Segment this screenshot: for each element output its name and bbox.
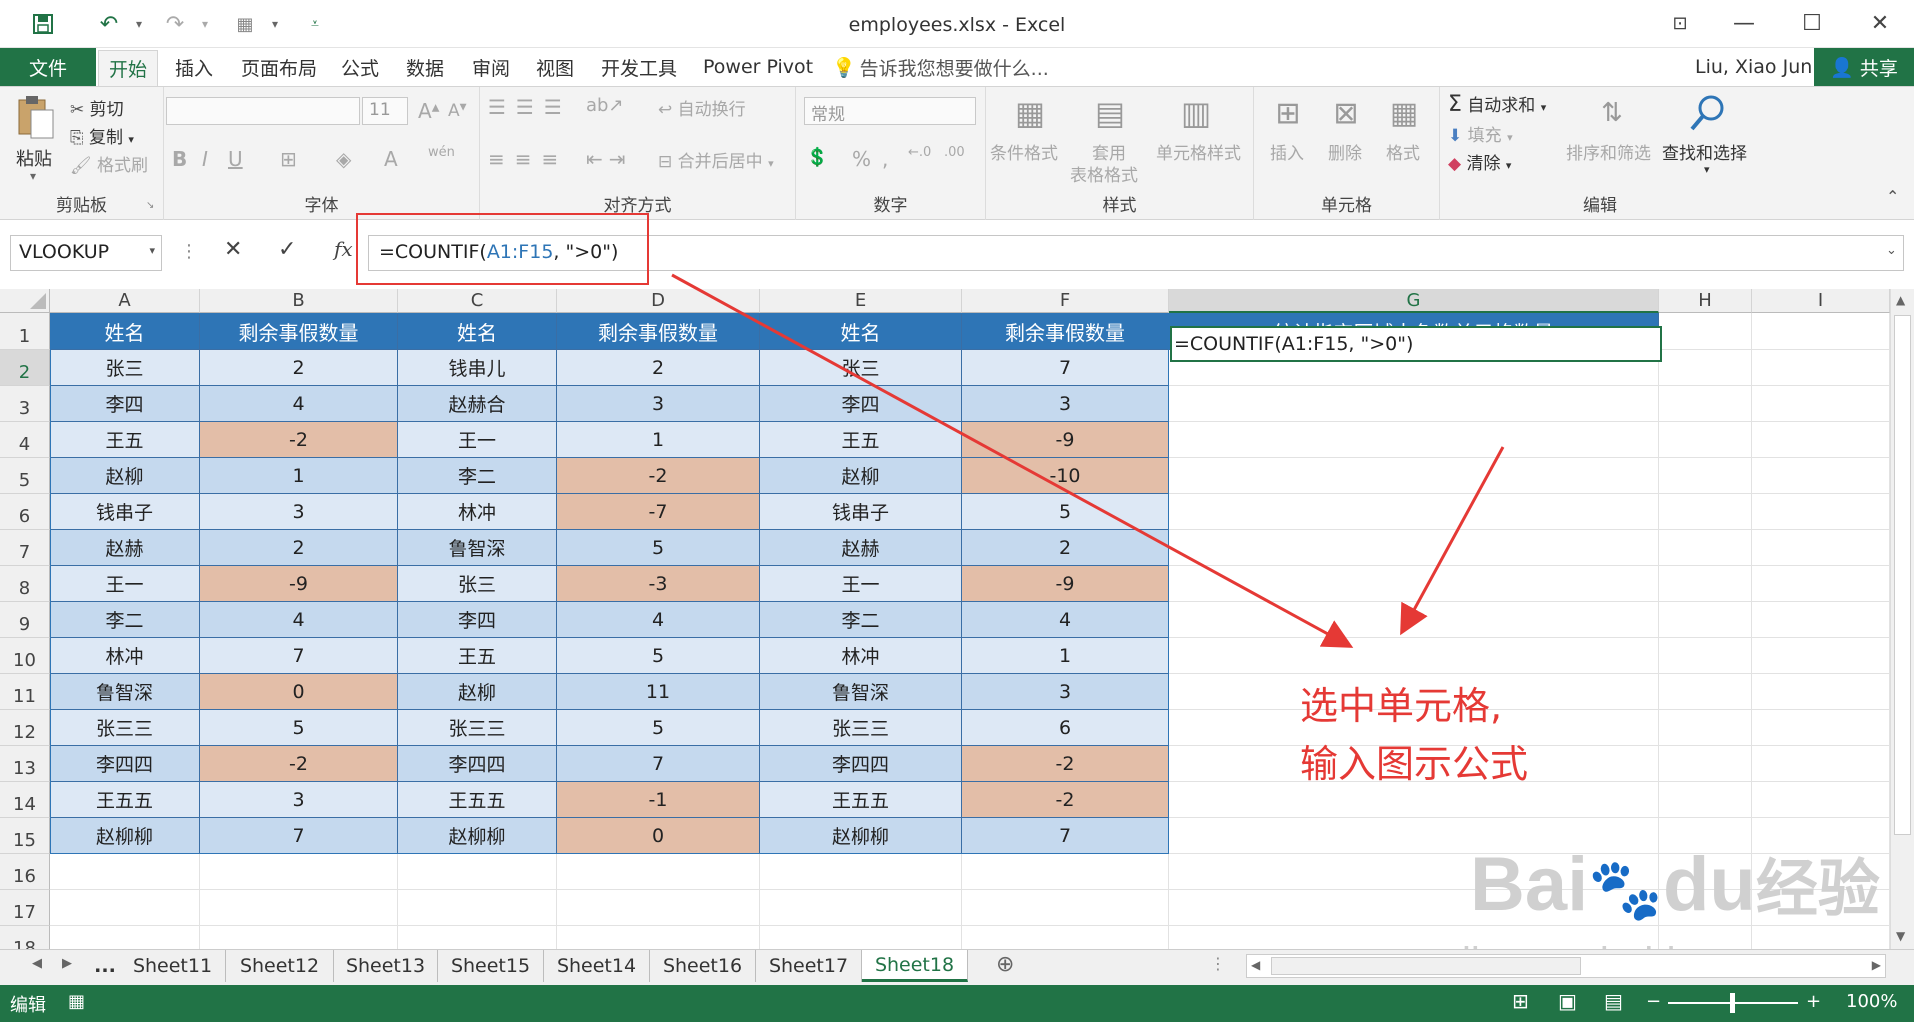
arrow-to-cell: [1400, 446, 1505, 636]
annotation-line1: 选中单元格,: [1300, 684, 1503, 728]
hscroll-left-icon[interactable]: ◀: [1251, 958, 1260, 972]
hscroll-right-icon[interactable]: ▶: [1872, 958, 1881, 972]
status-bar: 编辑 ▦ ⊞ ▣ ▤ − + 100%: [0, 985, 1914, 1022]
sheet-tab-sheet18[interactable]: Sheet18: [862, 950, 968, 982]
tab-splitter-icon[interactable]: ⋮: [1210, 954, 1226, 973]
page-layout-view-icon[interactable]: ▣: [1558, 989, 1577, 1013]
normal-view-icon[interactable]: ⊞: [1512, 989, 1529, 1013]
watermark-paw-icon: 🐾: [1588, 856, 1663, 923]
sheet-tab-sheet15[interactable]: Sheet15: [438, 950, 544, 982]
zoom-level[interactable]: 100%: [1846, 991, 1897, 1012]
zoom-out-icon[interactable]: −: [1646, 991, 1661, 1012]
sheet-tab-sheet17[interactable]: Sheet17: [756, 950, 862, 982]
watermark-brand2: du: [1663, 842, 1756, 927]
more-sheets-tab[interactable]: ...: [90, 950, 120, 982]
macro-record-icon[interactable]: ▦: [68, 991, 85, 1012]
page-break-view-icon[interactable]: ▤: [1604, 989, 1623, 1013]
sheet-tab-sheet16[interactable]: Sheet16: [650, 950, 756, 982]
tab-scroll-right-icon[interactable]: ▶: [62, 956, 72, 971]
sheet-tab-sheet13[interactable]: Sheet13: [334, 950, 438, 982]
watermark-logo: Bai🐾du经验: [1470, 838, 1880, 928]
horizontal-scrollbar[interactable]: ◀ ▶: [1246, 954, 1886, 978]
sheet-tab-bar: ◀ ▶ ... Sheet11 Sheet12 Sheet13 Sheet15 Sheet…: [0, 949, 1914, 985]
arrow-from-formula-bar: [671, 273, 1354, 648]
zoom-slider-thumb[interactable]: [1730, 993, 1735, 1013]
tab-scroll-left-icon[interactable]: ◀: [32, 956, 42, 971]
horizontal-scroll-thumb[interactable]: [1271, 957, 1581, 975]
watermark-brand-cn: 经验: [1755, 855, 1880, 924]
sheet-tab-sheet14[interactable]: Sheet14: [544, 950, 650, 982]
sheet-tab-sheet11[interactable]: Sheet11: [120, 950, 226, 982]
sheet-tab-sheet12[interactable]: Sheet12: [226, 950, 334, 982]
zoom-in-icon[interactable]: +: [1806, 991, 1821, 1012]
annotation-line2: 输入图示公式: [1300, 742, 1529, 786]
watermark-brand: Bai: [1470, 842, 1589, 927]
new-sheet-icon[interactable]: ⊕: [996, 952, 1014, 977]
status-mode: 编辑: [10, 995, 46, 1016]
